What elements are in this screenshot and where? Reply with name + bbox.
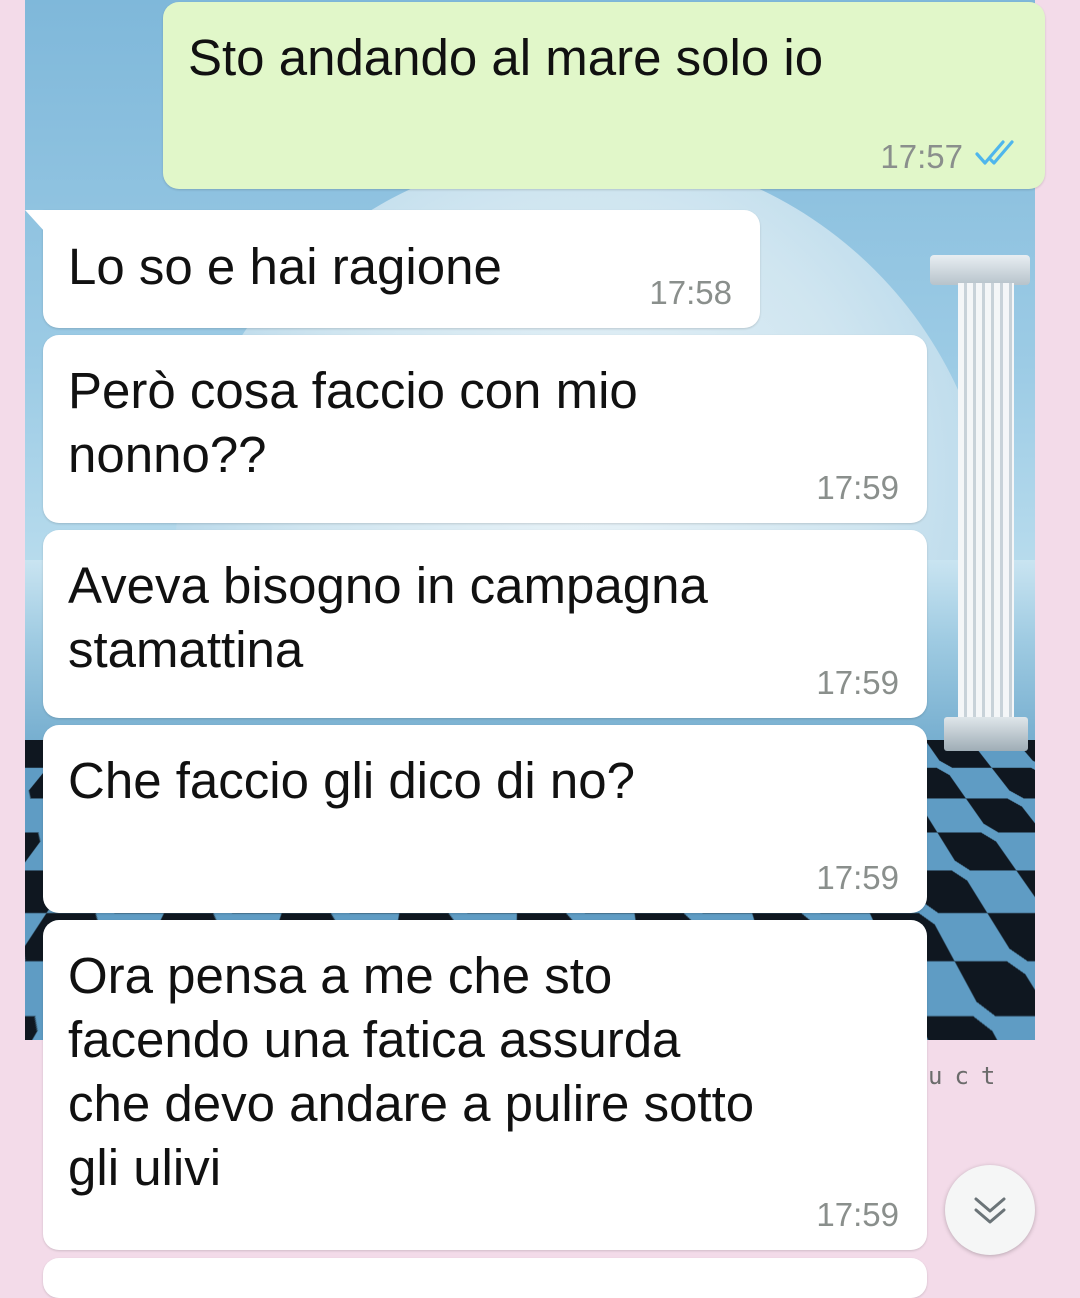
message-text: Aveva bisogno in campagna stamattina xyxy=(68,557,708,678)
message-incoming[interactable]: Lo so e hai ragione 17:58 xyxy=(25,210,760,328)
message-outgoing[interactable]: Sto andando al mare solo io 17:57 xyxy=(163,2,1045,189)
message-incoming[interactable]: Ora pensa a me che sto facendo una fatic… xyxy=(43,920,927,1250)
wallpaper-caption: uct xyxy=(928,1062,1008,1090)
wallpaper-column xyxy=(930,255,1030,755)
message-time: 17:59 xyxy=(816,1196,899,1233)
message-time: 17:58 xyxy=(649,274,732,311)
message-text: Che faccio gli dico di no? xyxy=(68,752,636,809)
message-incoming-partial[interactable] xyxy=(43,1258,927,1298)
message-text: Però cosa faccio con mio nonno?? xyxy=(68,362,638,483)
message-text: Sto andando al mare solo io xyxy=(188,29,824,86)
message-incoming[interactable]: Aveva bisogno in campagna stamattina 17:… xyxy=(43,530,927,718)
message-time: 17:57 xyxy=(880,138,963,175)
message-time: 17:59 xyxy=(816,469,899,506)
double-chevron-down-icon xyxy=(974,1197,1006,1224)
message-text: Lo so e hai ragione xyxy=(68,238,502,295)
bubble-tail xyxy=(25,210,45,232)
message-text: Ora pensa a me che sto facendo una fatic… xyxy=(68,947,755,1196)
double-check-icon xyxy=(975,140,1014,165)
message-time: 17:59 xyxy=(816,859,899,896)
message-incoming[interactable]: Che faccio gli dico di no? 17:59 xyxy=(43,725,927,913)
scroll-down-button[interactable] xyxy=(945,1165,1035,1255)
message-time: 17:59 xyxy=(816,664,899,701)
message-incoming[interactable]: Però cosa faccio con mio nonno?? 17:59 xyxy=(43,335,927,523)
